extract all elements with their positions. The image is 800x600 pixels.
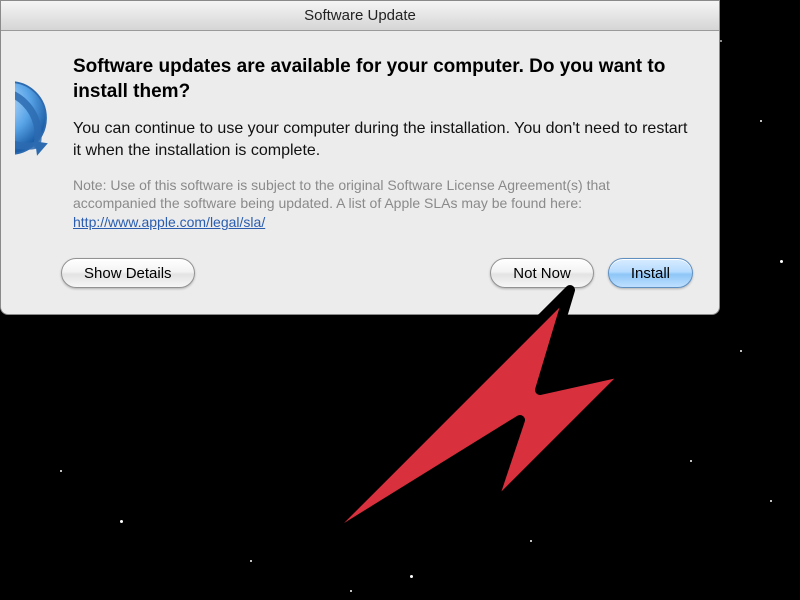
dialog-icon-column xyxy=(15,55,55,232)
software-update-globe-icon xyxy=(15,73,55,163)
show-details-button[interactable]: Show Details xyxy=(61,258,195,288)
install-button[interactable]: Install xyxy=(608,258,693,288)
not-now-button[interactable]: Not Now xyxy=(490,258,594,288)
software-update-dialog: Software Update Software updates ar xyxy=(0,0,720,315)
dialog-button-row: Show Details Not Now Install xyxy=(1,250,719,314)
dialog-license-note: Note: Use of this software is subject to… xyxy=(73,176,693,233)
dialog-heading: Software updates are available for your … xyxy=(73,55,693,104)
dialog-text-column: Software updates are available for your … xyxy=(73,55,693,232)
dialog-titlebar: Software Update xyxy=(1,1,719,31)
dialog-content: Software updates are available for your … xyxy=(1,31,719,250)
dialog-subtext: You can continue to use your computer du… xyxy=(73,118,693,161)
dialog-note-prefix: Note: Use of this software is subject to… xyxy=(73,177,610,212)
license-link[interactable]: http://www.apple.com/legal/sla/ xyxy=(73,214,265,230)
dialog-title: Software Update xyxy=(304,7,416,24)
